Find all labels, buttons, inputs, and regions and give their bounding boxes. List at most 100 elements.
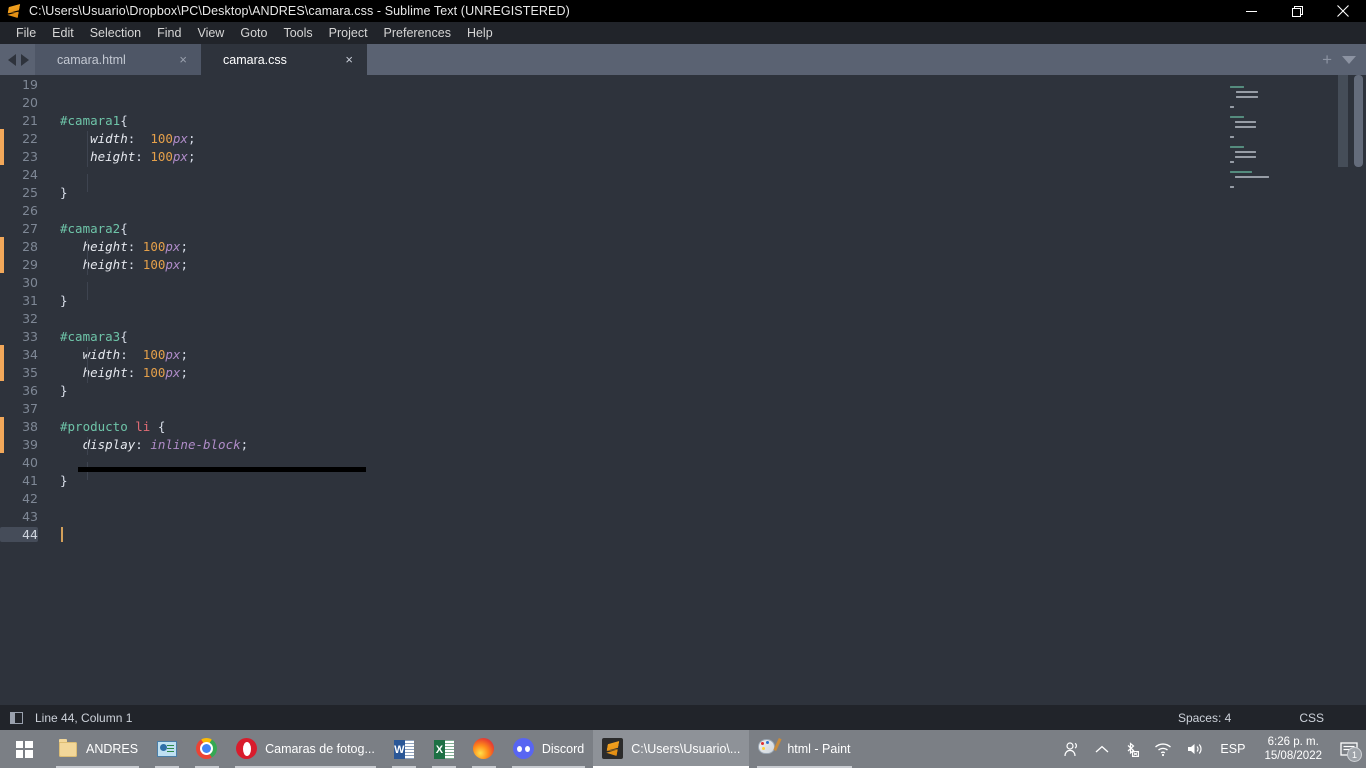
minimap-line: [1218, 135, 1348, 139]
taskbar-item-discord[interactable]: Discord: [504, 730, 593, 768]
windows-start-icon[interactable]: [0, 730, 48, 768]
code-line[interactable]: 38 #producto li {: [0, 417, 1200, 435]
show-hidden-icons-chevron[interactable]: [1088, 730, 1116, 768]
taskbar-item-paint[interactable]: html - Paint: [749, 730, 859, 768]
taskbar-item-blue-app[interactable]: [147, 730, 187, 768]
close-icon[interactable]: ×: [345, 53, 353, 66]
menu-project[interactable]: Project: [321, 24, 376, 42]
code-line[interactable]: 26: [0, 201, 1200, 219]
code-line[interactable]: 25}: [0, 183, 1200, 201]
minimap-segment: [1236, 90, 1259, 94]
minimap-line: [1218, 175, 1348, 179]
taskbar-item-andres[interactable]: ANDRES: [48, 730, 147, 768]
code-line[interactable]: 19: [0, 75, 1200, 93]
taskbar-item-sublime-text[interactable]: C:\Users\Usuario\...: [593, 730, 750, 768]
minimap-line: [1218, 90, 1348, 94]
clock[interactable]: 6:26 p. m. 15/08/2022: [1254, 730, 1332, 768]
line-number: 40: [22, 454, 38, 470]
minimap-segment: [1234, 120, 1257, 124]
taskbar-item-label: Camaras de fotog...: [265, 742, 375, 756]
tab-camara-html[interactable]: camara.html ×: [35, 44, 201, 75]
code-line[interactable]: 29 height: 100px;: [0, 255, 1200, 275]
menu-find[interactable]: Find: [149, 24, 189, 42]
line-number: 28: [22, 238, 38, 254]
new-tab-icon[interactable]: +: [1322, 51, 1332, 68]
indentation-setting[interactable]: Spaces: 4: [1178, 711, 1231, 725]
chevron-left-icon[interactable]: [8, 53, 16, 66]
menu-bar: File Edit Selection Find View Goto Tools…: [0, 22, 1366, 44]
code-line[interactable]: 27 #camara2{: [0, 219, 1200, 237]
wifi-icon[interactable]: [1147, 730, 1179, 768]
code-line[interactable]: 22 width: 100px;: [0, 129, 1200, 149]
line-number: 19: [22, 76, 38, 92]
action-center-icon[interactable]: 1: [1332, 730, 1366, 768]
tab-label: camara.html: [57, 52, 126, 67]
taskbar-item-excel[interactable]: X: [424, 730, 464, 768]
minimap-line: [1218, 180, 1348, 184]
code-line[interactable]: 34 width: 100px;: [0, 345, 1200, 365]
menu-goto[interactable]: Goto: [232, 24, 275, 42]
people-icon[interactable]: [1056, 730, 1088, 768]
line-number: 27: [22, 220, 38, 236]
sublime-text-icon: [6, 4, 22, 18]
tab-camara-css[interactable]: camara.css ×: [201, 44, 367, 75]
sidebar-toggle-icon[interactable]: [10, 711, 23, 724]
code-line[interactable]: 33 #camara3{: [0, 327, 1200, 345]
code-line[interactable]: 32: [0, 309, 1200, 327]
code-editor[interactable]: 19 20 21 #camara1{22 width: 100px; 23 height…: [0, 75, 1366, 705]
menu-edit[interactable]: Edit: [44, 24, 82, 42]
taskbar-item-chrome[interactable]: [187, 730, 227, 768]
code-line[interactable]: 20: [0, 93, 1200, 111]
menu-file[interactable]: File: [8, 24, 44, 42]
taskbar-item-firefox[interactable]: [464, 730, 504, 768]
code-line[interactable]: 30: [0, 273, 1200, 300]
menu-view[interactable]: View: [189, 24, 232, 42]
blue-app-icon: [156, 738, 178, 760]
minimap-line: [1218, 140, 1348, 144]
chevron-down-icon[interactable]: [1342, 55, 1356, 64]
code-line[interactable]: 28 height: 100px;: [0, 237, 1200, 257]
code-line[interactable]: 21 #camara1{: [0, 111, 1200, 129]
code-line[interactable]: 35 height: 100px;: [0, 363, 1200, 383]
bluetooth-disabled-icon[interactable]: [1116, 730, 1147, 768]
text-caret: [61, 527, 63, 542]
line-number: 33: [22, 328, 38, 344]
code-line[interactable]: 23 height: 100px;: [0, 147, 1200, 167]
minimize-icon[interactable]: [1228, 0, 1274, 22]
restore-icon[interactable]: [1274, 0, 1320, 22]
minimap-line: [1218, 200, 1348, 204]
code-line[interactable]: 43: [0, 507, 1200, 525]
code-line[interactable]: 40: [0, 453, 1200, 480]
menu-preferences[interactable]: Preferences: [376, 24, 459, 42]
menu-help[interactable]: Help: [459, 24, 501, 42]
menu-selection[interactable]: Selection: [82, 24, 149, 42]
code-line[interactable]: 31}: [0, 291, 1200, 309]
code-line[interactable]: 41}: [0, 471, 1200, 489]
taskbar-item-word[interactable]: W: [384, 730, 424, 768]
editor-vertical-scrollbar[interactable]: [1352, 75, 1366, 705]
language-indicator[interactable]: ESP: [1211, 742, 1254, 756]
paint-icon: [758, 737, 782, 760]
code-text: #camara3{: [60, 328, 128, 344]
minimap-line: [1218, 110, 1348, 114]
scrollbar-thumb[interactable]: [1354, 75, 1363, 167]
volume-icon[interactable]: [1179, 730, 1211, 768]
syntax-mode[interactable]: CSS: [1299, 711, 1324, 725]
minimap-segment: [1230, 170, 1252, 174]
code-line[interactable]: 36}: [0, 381, 1200, 399]
minimap[interactable]: [1218, 75, 1348, 705]
menu-tools[interactable]: Tools: [275, 24, 320, 42]
code-line[interactable]: 42: [0, 489, 1200, 507]
desktop: C:\Users\Usuario\Dropbox\PC\Desktop\ANDR…: [0, 0, 1366, 768]
code-line[interactable]: 44: [0, 525, 1200, 543]
modified-line-marker: [0, 255, 4, 273]
code-line[interactable]: 37: [0, 399, 1200, 417]
close-icon[interactable]: ×: [179, 53, 187, 66]
code-line[interactable]: 39 display: inline-block;: [0, 435, 1200, 455]
close-icon[interactable]: [1320, 0, 1366, 22]
line-number: 20: [22, 94, 38, 110]
code-lines[interactable]: 19 20 21 #camara1{22 width: 100px; 23 height…: [0, 75, 1200, 705]
chevron-right-icon[interactable]: [21, 53, 29, 66]
code-line[interactable]: 24: [0, 165, 1200, 192]
taskbar-item-opera[interactable]: Camaras de fotog...: [227, 730, 384, 768]
